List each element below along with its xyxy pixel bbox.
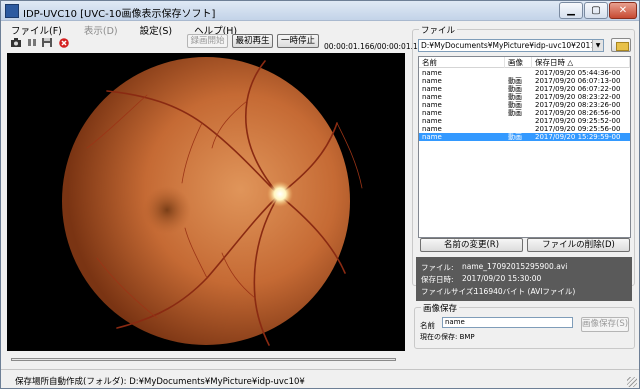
- file-date-cell: 2017/09/20 09:25:56-00: [535, 125, 621, 133]
- file-list-row[interactable]: name 動画 2017/09/20 08:26:56-00: [419, 109, 630, 117]
- file-date-cell: 2017/09/20 15:29:59-00: [535, 133, 621, 141]
- file-name-cell: name: [422, 69, 442, 77]
- file-date-cell: 2017/09/20 08:23:26-00: [535, 101, 621, 109]
- file-list-row[interactable]: name 2017/09/20 09:25:52-00: [419, 117, 630, 125]
- file-list-row[interactable]: name 2017/09/20 09:25:56-00: [419, 125, 630, 133]
- name-label: 名前: [420, 321, 435, 330]
- info-size-value: 116940バイト (AVIファイル): [474, 287, 576, 296]
- file-type-cell: 動画: [508, 109, 522, 117]
- open-folder-button[interactable]: [611, 38, 631, 52]
- close-button[interactable]: ✕: [609, 2, 637, 19]
- file-name-cell: name: [422, 101, 442, 109]
- file-name-cell: name: [422, 117, 442, 125]
- app-window: IDP-UVC10 [UVC-10画像表示保存ソフト] ▁ ▢ ✕ ファイル(F…: [0, 0, 640, 389]
- file-date-cell: 2017/09/20 08:23:22-00: [535, 93, 621, 101]
- file-date-cell: 2017/09/20 06:07:22-00: [535, 85, 621, 93]
- name-input[interactable]: name: [442, 317, 573, 328]
- dropdown-arrow-icon[interactable]: ▼: [592, 40, 603, 51]
- camera-icon[interactable]: [11, 38, 21, 47]
- file-type-cell: 動画: [508, 101, 522, 109]
- info-size-label: ファイルサイズ:: [421, 287, 476, 296]
- file-list-row[interactable]: name 動画 2017/09/20 06:07:22-00: [419, 85, 630, 93]
- rename-button[interactable]: 名前の変更(R): [420, 238, 523, 252]
- file-list-row[interactable]: name 動画 2017/09/20 08:23:26-00: [419, 101, 630, 109]
- maximize-button[interactable]: ▢: [584, 2, 608, 19]
- folder-path-value: D:¥MyDocuments¥MyPicture¥idp-uvc10¥20170…: [421, 41, 604, 50]
- app-icon: [5, 4, 19, 18]
- delete-file-button[interactable]: ファイルの削除(D): [527, 238, 630, 252]
- file-panel-label: ファイル: [419, 24, 458, 36]
- menu-view[interactable]: 表示(D): [80, 22, 122, 37]
- record-start-button[interactable]: 録画開始: [187, 34, 228, 48]
- column-date[interactable]: 保存日時 △: [532, 57, 630, 68]
- info-date-label: 保存日時:: [421, 275, 454, 284]
- image-save-panel: 画像保存 名前 name 現在の保存: BMP 画像保存(S): [414, 302, 635, 349]
- file-date-cell: 2017/09/20 06:07:13-00: [535, 77, 621, 85]
- pause-button[interactable]: 一時停止: [277, 34, 319, 48]
- file-type-cell: 動画: [508, 93, 522, 101]
- file-name-cell: name: [422, 93, 442, 101]
- minimize-button[interactable]: ▁: [559, 2, 583, 19]
- info-date-value: 2017/09/20 15:30:00: [462, 274, 542, 283]
- status-bar: 保存場所自動作成(フォルダ): D:¥MyDocuments¥MyPicture…: [1, 369, 639, 389]
- file-name-cell: name: [422, 85, 442, 93]
- folder-path-select[interactable]: D:¥MyDocuments¥MyPicture¥idp-uvc10¥20170…: [418, 39, 604, 52]
- file-name-cell: name: [422, 133, 442, 141]
- file-date-cell: 2017/09/20 05:44:36-00: [535, 69, 621, 77]
- menu-file[interactable]: ファイル(F): [7, 22, 66, 37]
- file-type-cell: 動画: [508, 133, 522, 141]
- fundus-image: [62, 57, 363, 346]
- file-list-row[interactable]: name 2017/09/20 05:44:36-00: [419, 69, 630, 77]
- file-name-cell: name: [422, 125, 442, 133]
- file-list-row[interactable]: name 動画 2017/09/20 06:07:13-00: [419, 77, 630, 85]
- info-file-value: name_17092015295900.avi: [462, 262, 568, 271]
- window-title: IDP-UVC10 [UVC-10画像表示保存ソフト]: [23, 9, 216, 20]
- pause-icon[interactable]: [27, 38, 37, 47]
- save-format-text: 現在の保存: BMP: [420, 333, 475, 341]
- file-type-cell: 動画: [508, 85, 522, 93]
- video-viewer[interactable]: [7, 53, 405, 351]
- save-location-text: 保存場所自動作成(フォルダ): D:¥MyDocuments¥MyPicture…: [15, 377, 305, 387]
- title-bar[interactable]: IDP-UVC10 [UVC-10画像表示保存ソフト] ▁ ▢ ✕: [1, 1, 639, 21]
- file-list-header: 名前 画像 保存日時 △: [419, 57, 630, 68]
- save-image-button[interactable]: 画像保存(S): [581, 317, 629, 332]
- file-name-cell: name: [422, 109, 442, 117]
- info-file-label: ファイル:: [421, 263, 454, 272]
- resize-grip[interactable]: [627, 377, 637, 387]
- file-list[interactable]: 名前 画像 保存日時 △ name 2017/09/20 05:44:36-00 n…: [418, 56, 631, 238]
- file-date-cell: 2017/09/20 08:26:56-00: [535, 109, 621, 117]
- menu-settings[interactable]: 設定(S): [136, 22, 176, 37]
- file-list-row[interactable]: name 動画 2017/09/20 08:23:22-00: [419, 93, 630, 101]
- stop-icon[interactable]: [59, 38, 69, 48]
- column-type[interactable]: 画像: [505, 57, 532, 68]
- image-save-label: 画像保存: [421, 302, 460, 314]
- file-name-cell: name: [422, 77, 442, 85]
- play-latest-button[interactable]: 最初再生: [232, 34, 273, 48]
- save-disk-icon[interactable]: [42, 38, 52, 47]
- file-list-row[interactable]: name 動画 2017/09/20 15:29:59-00: [419, 133, 630, 141]
- column-name[interactable]: 名前: [419, 57, 505, 68]
- file-info-panel: ファイル: name_17092015295900.avi 保存日時: 2017…: [416, 257, 632, 301]
- file-date-cell: 2017/09/20 09:25:52-00: [535, 117, 621, 125]
- playback-progress[interactable]: [11, 358, 396, 361]
- file-type-cell: 動画: [508, 77, 522, 85]
